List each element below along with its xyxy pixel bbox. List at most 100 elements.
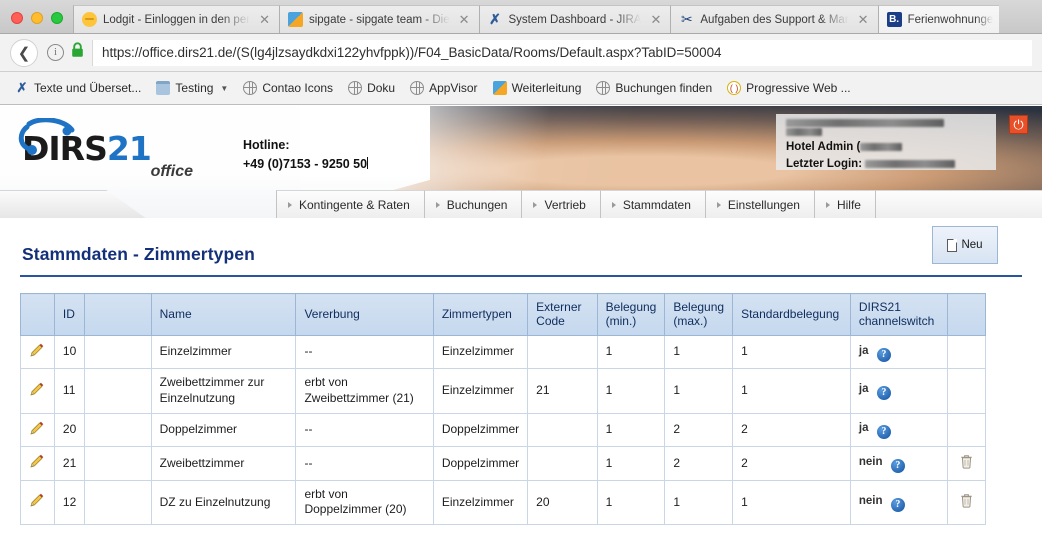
cell-belegung-min: 1 [596,334,666,370]
nav-label: Hilfe [836,197,861,212]
col-name: Name [150,293,297,336]
nav-item-hilfe[interactable]: Hilfe [813,190,875,218]
address-bar[interactable]: https://office.dirs21.de/(S(lg4jlzsaydkd… [92,39,1032,66]
redacted-hotel-sub [786,128,822,136]
logout-button[interactable]: ⏻ [1009,115,1028,134]
cell-delete[interactable] [947,479,986,525]
browser-tab-aufgaben[interactable]: Aufgaben des Support & Mar ✕ [670,5,878,33]
close-window-button[interactable] [11,12,23,24]
new-button-label: Neu [961,239,983,251]
trash-icon[interactable] [960,454,973,469]
pencil-icon[interactable] [29,381,45,397]
bookmark-contao-icons[interactable]: Contao Icons [236,78,340,98]
bookmark-testing[interactable]: Testing ▼ [149,78,235,98]
table-row: 21 Zweibettzimmer -- Doppelzimmer 1 2 2 … [20,446,986,481]
new-button[interactable]: Neu [932,226,998,264]
dirs21-logo[interactable]: DIRS21 office [18,118,197,181]
pencil-icon[interactable] [29,453,45,469]
user-info-box: Hotel Admin ( Letzter Login: [776,114,996,170]
nav-label: Buchungen [446,197,508,212]
pencil-icon[interactable] [29,342,45,358]
cell-externer-code [527,334,598,370]
col-zimmertypen: Zimmertypen [432,293,529,336]
bookmark-weiterleitung[interactable]: Weiterleitung [486,78,589,98]
page-content: Neu Stammdaten - Zimmertypen ID Name Ver… [0,218,1042,525]
close-icon[interactable]: ✕ [647,13,664,26]
channelswitch-value: nein [858,494,883,507]
cell-externer-code [527,446,598,481]
nav-item-kontingente-raten[interactable]: Kontingente & Raten [276,190,424,218]
bookmark-label: Progressive Web ... [746,81,851,95]
zimmertypen-table: ID Name Vererbung Zimmertypen Externer C… [20,293,986,525]
hotel-admin-line: Hotel Admin ( [786,139,988,156]
cell-zimmertyp: Einzelzimmer [432,334,529,370]
table-row: 12 DZ zu Einzelnutzung erbt von Doppelzi… [20,479,986,525]
chevron-right-icon [533,201,538,208]
minimize-window-button[interactable] [31,12,43,24]
channelswitch-value: ja [858,422,869,435]
col-vererbung: Vererbung [295,293,434,336]
table-body: 10 Einzelzimmer -- Einzelzimmer 1 1 1 ja… [20,334,986,525]
pencil-icon[interactable] [29,492,45,508]
cell-vererbung: -- [295,446,434,481]
sipgate-icon [492,81,507,95]
table-row: 20 Doppelzimmer -- Doppelzimmer 1 2 2 ja… [20,412,986,448]
hotel-admin-label: Hotel Admin ( [786,141,861,153]
back-button[interactable]: ❮ [10,38,38,67]
chevron-right-icon [716,201,721,208]
pencil-icon[interactable] [29,420,45,436]
window-controls[interactable] [0,12,73,33]
cell-delete [947,334,986,370]
edit-cell[interactable] [20,446,55,481]
cell-belegung-min: 1 [596,368,666,414]
cell-spacer [84,412,152,448]
edit-cell[interactable] [20,479,55,525]
close-icon[interactable]: ✕ [256,13,273,26]
nav-item-einstellungen[interactable]: Einstellungen [704,190,814,218]
col-edit [20,293,55,336]
cell-name: Doppelzimmer [150,412,297,448]
cell-spacer [84,368,152,414]
bookmark-label: AppVisor [429,81,478,95]
maximize-window-button[interactable] [51,12,63,24]
nav-item-stammdaten[interactable]: Stammdaten [599,190,705,218]
edit-cell[interactable] [20,368,55,414]
nav-item-vertrieb[interactable]: Vertrieb [521,190,600,218]
chevron-down-icon: ▼ [220,83,229,93]
channelswitch-value: ja [858,383,869,396]
bookmark-buchungen-finden[interactable]: Buchungen finden [589,78,719,98]
bookmark-appvisor[interactable]: AppVisor [403,78,484,98]
site-info-icon[interactable]: i [47,44,64,61]
cell-belegung-max: 2 [664,412,734,448]
cell-externer-code: 21 [527,368,598,414]
tab-title: Aufgaben des Support & Mar [700,13,849,26]
chevron-right-icon [611,201,616,208]
trash-icon[interactable] [960,493,973,508]
nav-item-buchungen[interactable]: Buchungen [423,190,522,218]
browser-tab-jira[interactable]: System Dashboard - JIRA ✕ [478,5,671,33]
browser-tab-sipgate[interactable]: sipgate - sipgate team - Die ✕ [278,5,479,33]
help-icon[interactable]: ? [876,386,891,401]
close-icon[interactable]: ✕ [855,13,872,26]
bookmark-doku[interactable]: Doku [341,78,402,98]
edit-cell[interactable] [20,334,55,370]
help-icon[interactable]: ? [876,425,891,440]
help-icon[interactable]: ? [890,497,905,512]
cell-id: 20 [53,412,86,448]
bookmark-texte-und-uebersetzungen[interactable]: Texte und Überset... [8,78,148,98]
close-icon[interactable]: ✕ [456,13,473,26]
nav-filler [874,190,1042,218]
bookmark-progressive-web[interactable]: Progressive Web ... [720,78,857,98]
col-belegung-min: Belegung (min.) [596,293,666,336]
lodgit-icon [82,12,97,27]
help-icon[interactable]: ? [876,347,891,362]
browser-tab-lodgit[interactable]: Lodgit - Einloggen in den per ✕ [73,5,279,33]
edit-cell[interactable] [20,412,55,448]
cell-delete[interactable] [947,446,986,481]
help-icon[interactable]: ? [890,458,905,473]
browser-tab-ferienwohnungen[interactable]: B. Ferienwohnunge [877,5,1000,33]
scissors-icon [679,12,694,27]
cell-name: Einzelzimmer [150,334,297,370]
col-dirs21-channelswitch: DIRS21 channelswitch [849,293,949,336]
col-id: ID [53,293,86,336]
